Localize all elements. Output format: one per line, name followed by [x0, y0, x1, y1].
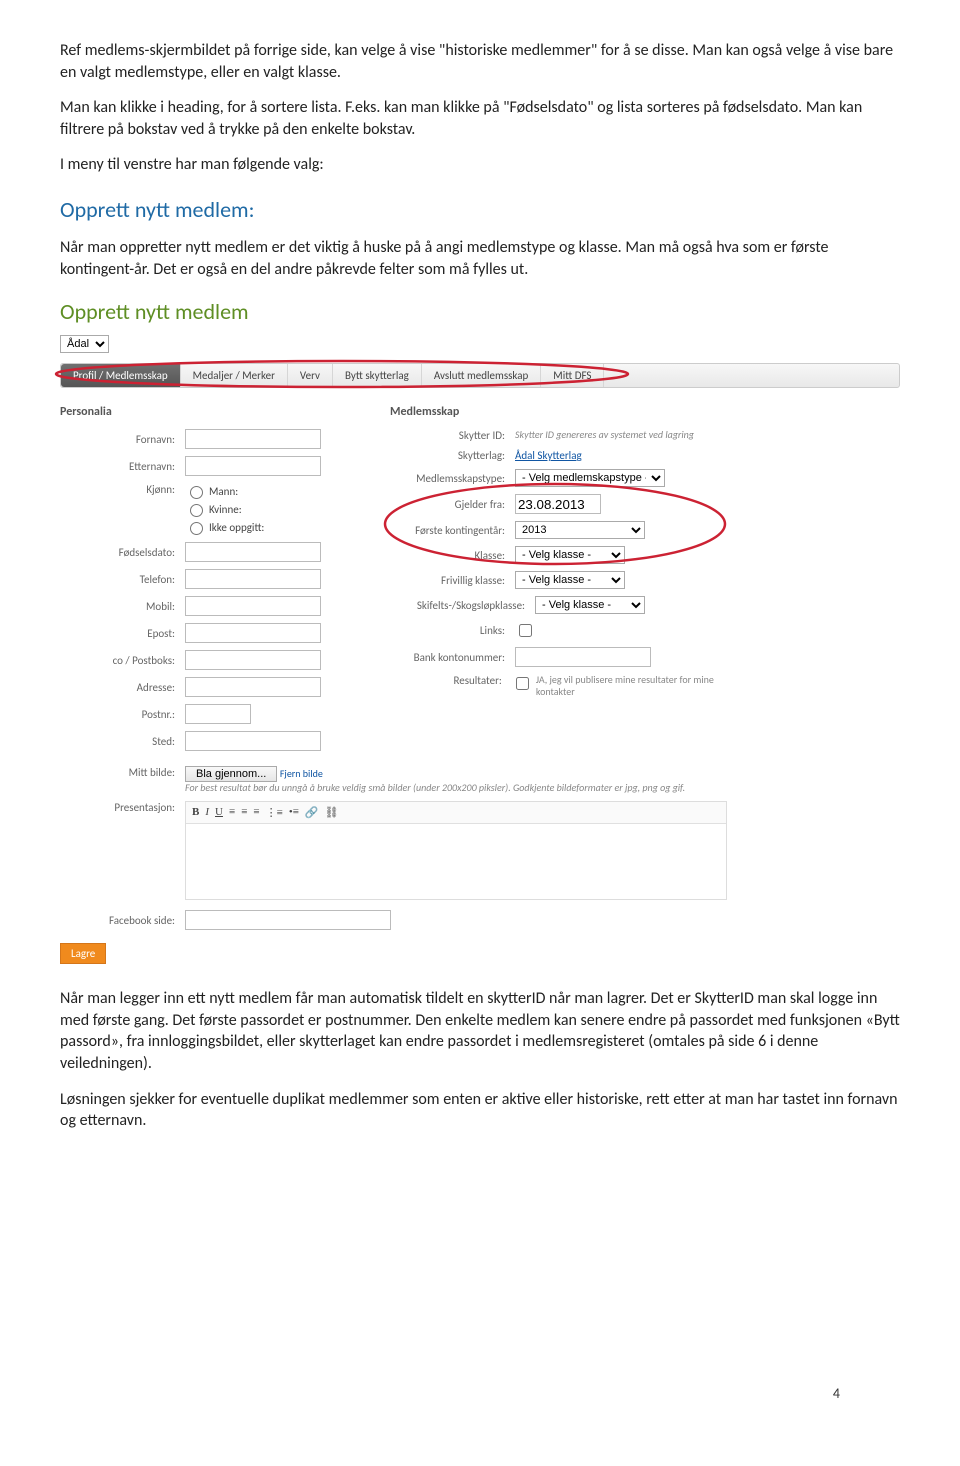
label-sted: Sted: [60, 735, 185, 748]
medlemsskap-heading: Medlemsskap [390, 405, 720, 419]
after-paragraph-1: Når man legger inn ett nytt medlem får m… [60, 988, 900, 1074]
page-number: 4 [833, 1385, 840, 1402]
checkbox-links[interactable] [519, 624, 532, 637]
intro-paragraph-3: I meny til venstre har man følgende valg… [60, 154, 900, 176]
rich-text-editor[interactable]: B I U ≡ ≡ ≡ ⋮≡ •≡ 🔗 ⛓ [185, 801, 727, 900]
fjern-bilde-link[interactable]: Fjern bilde [280, 767, 323, 780]
label-bank: Bank kontonummer: [390, 651, 515, 664]
label-etternavn: Etternavn: [60, 460, 185, 473]
input-fornavn[interactable] [185, 429, 321, 449]
link-icon[interactable]: 🔗 [305, 806, 319, 819]
align-right-icon[interactable]: ≡ [253, 806, 259, 819]
tab-mittdfs[interactable]: Mitt DFS [541, 364, 604, 387]
unlink-icon[interactable]: ⛓ [325, 806, 339, 819]
personalia-heading: Personalia [60, 405, 330, 419]
intro-paragraph-1: Ref medlems-skjermbildet på forrige side… [60, 40, 900, 83]
underline-icon[interactable]: U [215, 806, 223, 819]
input-sted[interactable] [185, 731, 321, 751]
label-friv: Frivillig klasse: [390, 574, 515, 587]
label-mitt-bilde: Mitt bilde: [60, 766, 185, 779]
tab-profil[interactable]: Profil / Medlemsskap [61, 364, 181, 387]
input-postnr[interactable] [185, 704, 251, 724]
resultater-helper: JA, jeg vil publisere mine resultater fo… [536, 674, 720, 698]
label-postnr: Postnr.: [60, 708, 185, 721]
tab-bar: Profil / Medlemsskap Medaljer / Merker V… [60, 363, 900, 388]
select-klasse[interactable]: - Velg klasse - [515, 546, 625, 564]
input-fodselsdato[interactable] [185, 542, 321, 562]
ui-title: Opprett nytt medlem [60, 298, 900, 325]
label-mtype: Medlemsskapstype: [390, 472, 515, 485]
radio-mann[interactable] [190, 486, 203, 499]
radio-kvinne[interactable] [190, 504, 203, 517]
rte-toolbar: B I U ≡ ≡ ≡ ⋮≡ •≡ 🔗 ⛓ [186, 802, 726, 824]
mitt-bilde-hint: For best resultat bør du unngå å bruke v… [185, 782, 685, 794]
align-center-icon[interactable]: ≡ [241, 806, 247, 819]
label-co: co / Postboks: [60, 654, 185, 667]
link-skytterlag[interactable]: Ådal Skytterlag [515, 449, 582, 462]
radio-kvinne-label: Kvinne: [209, 503, 242, 516]
list-ul-icon[interactable]: •≡ [289, 806, 299, 819]
browse-button[interactable]: Bla gjennom... [185, 766, 277, 782]
input-facebook[interactable] [185, 910, 391, 930]
radio-ikke-oppgitt-label: Ikke oppgitt: [209, 521, 264, 534]
ui-screenshot: Opprett nytt medlem Ådal Profil / Medlem… [60, 298, 900, 964]
tab-bytt[interactable]: Bytt skytterlag [333, 364, 422, 387]
label-adresse: Adresse: [60, 681, 185, 694]
label-facebook: Facebook side: [60, 914, 185, 927]
label-ski: Skifelts-/Skogsløpklasse: [390, 599, 535, 612]
organisation-select[interactable]: Ådal [60, 335, 109, 353]
label-epost: Epost: [60, 627, 185, 640]
label-links: Links: [390, 624, 515, 637]
input-etternavn[interactable] [185, 456, 321, 476]
input-co[interactable] [185, 650, 321, 670]
select-mtype[interactable]: - Velg medlemskapstype - [515, 469, 665, 487]
align-left-icon[interactable]: ≡ [229, 806, 235, 819]
input-gjelder[interactable] [515, 494, 601, 514]
select-forste[interactable]: 2013 [515, 521, 645, 539]
skytterid-helper: Skytter ID genereres av systemet ved lag… [515, 429, 694, 441]
bold-icon[interactable]: B [192, 806, 199, 819]
tab-verv[interactable]: Verv [288, 364, 333, 387]
label-kjonn: Kjønn: [60, 483, 185, 496]
label-forste: Første kontingentår: [390, 524, 515, 537]
list-ol-icon[interactable]: ⋮≡ [266, 806, 283, 819]
after-paragraph-2: Løsningen sjekker for eventuelle duplika… [60, 1089, 900, 1132]
section-heading: Opprett nytt medlem: [60, 196, 900, 223]
tab-medaljer[interactable]: Medaljer / Merker [181, 364, 288, 387]
checkbox-resultater[interactable] [516, 677, 529, 690]
input-adresse[interactable] [185, 677, 321, 697]
input-telefon[interactable] [185, 569, 321, 589]
label-presentasjon: Presentasjon: [60, 801, 185, 814]
radio-mann-label: Mann: [209, 485, 238, 498]
label-fodselsdato: Fødselsdato: [60, 546, 185, 559]
lagre-button[interactable]: Lagre [60, 943, 106, 964]
intro-paragraph-2: Man kan klikke i heading, for å sortere … [60, 97, 900, 140]
italic-icon[interactable]: I [205, 806, 209, 819]
label-fornavn: Fornavn: [60, 433, 185, 446]
section-description: Når man oppretter nytt medlem er det vik… [60, 237, 900, 280]
label-klasse: Klasse: [390, 549, 515, 562]
label-resultater: Resultater: [390, 674, 512, 687]
label-skytterlag: Skytterlag: [390, 449, 515, 462]
input-mobil[interactable] [185, 596, 321, 616]
label-skytterid: Skytter ID: [390, 429, 515, 442]
select-friv[interactable]: - Velg klasse - [515, 571, 625, 589]
radio-ikke-oppgitt[interactable] [190, 522, 203, 535]
label-mobil: Mobil: [60, 600, 185, 613]
label-gjelder: Gjelder fra: [390, 498, 515, 511]
label-telefon: Telefon: [60, 573, 185, 586]
input-bank[interactable] [515, 647, 651, 667]
rte-body[interactable] [186, 824, 726, 899]
select-ski[interactable]: - Velg klasse - [535, 596, 645, 614]
tab-avslutt[interactable]: Avslutt medlemsskap [422, 364, 541, 387]
input-epost[interactable] [185, 623, 321, 643]
